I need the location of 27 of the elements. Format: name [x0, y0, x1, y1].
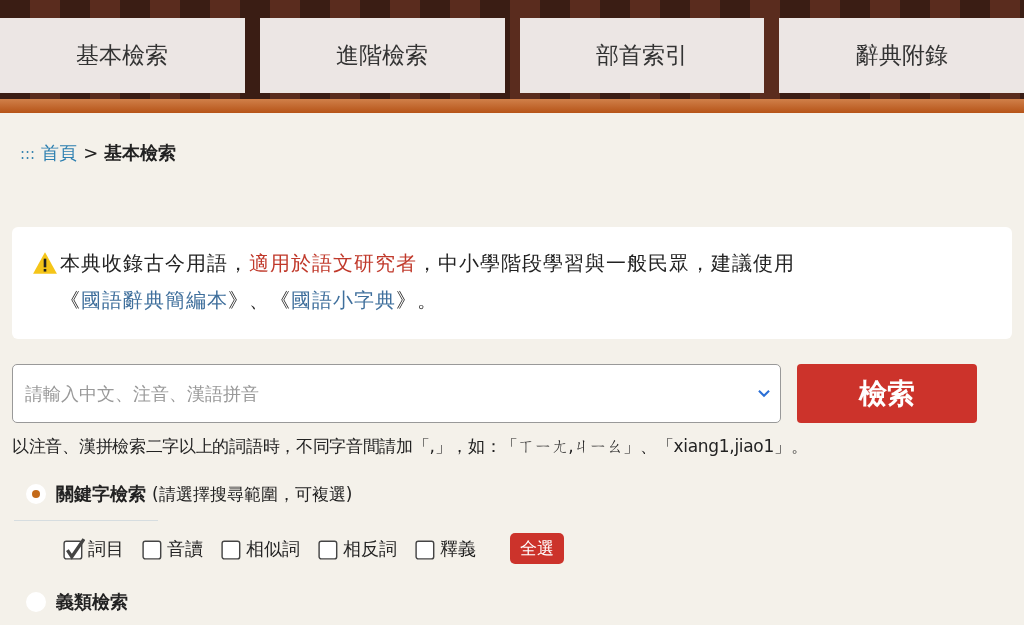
nav-tab[interactable]: 辭典附錄: [779, 18, 1024, 93]
mode-label: 義類檢索: [56, 590, 128, 614]
search-hint: 以注音、漢拼檢索二字以上的詞語時，不同字音間請加「,」，如：「ㄒㄧㄤ,ㄐㄧㄠ」、「xiang1,jiao1」。: [12, 435, 809, 458]
option-label: 相反詞: [343, 536, 397, 561]
nav-tab[interactable]: 進階檢索: [259, 18, 505, 93]
mode-note: (請選擇搜尋範圍，可複選): [152, 482, 353, 506]
breadcrumb-current: 基本檢索: [104, 141, 177, 165]
breadcrumb-marker: :::: [20, 145, 36, 163]
dictionary-link[interactable]: 國語辭典簡編本: [81, 288, 228, 312]
option-label: 釋義: [440, 536, 476, 561]
notice-text: 本典收錄古今用語，適用於語文研究者，中小學階段學習與一般民眾，建議使用《國語辭典簡編本》、《國語小字典》。: [60, 250, 796, 314]
radio-button[interactable]: [26, 484, 46, 504]
mode-label: 關鍵字檢索: [56, 482, 146, 506]
chevron-down-icon: [757, 389, 771, 398]
home-link[interactable]: 首頁: [41, 141, 78, 165]
nav-tab[interactable]: 部首索引: [519, 18, 765, 93]
warning-icon: [32, 251, 58, 275]
select-all-button[interactable]: 全選: [510, 533, 564, 564]
checkbox[interactable]: [63, 537, 85, 560]
option-label: 詞目: [88, 536, 124, 561]
search-field[interactable]: 請輸入中文、注音、漢語拼音: [12, 364, 781, 423]
breadcrumb-separator: >: [83, 142, 99, 163]
dictionary-link[interactable]: 國語小字典: [291, 288, 396, 312]
nav-tab[interactable]: 基本檢索: [0, 18, 245, 93]
option-label: 音讀: [167, 536, 203, 561]
search-button[interactable]: 檢索: [797, 364, 977, 423]
option-label: 相似詞: [246, 536, 300, 561]
